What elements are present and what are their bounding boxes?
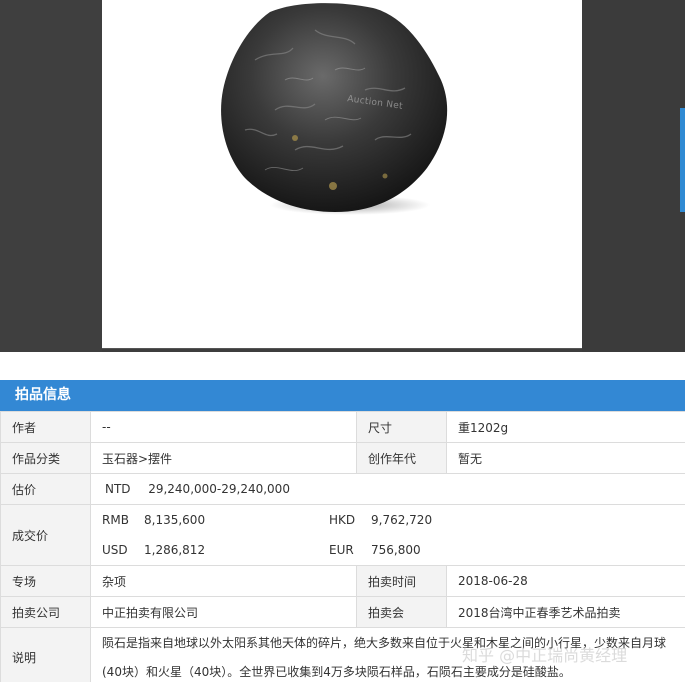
table-row: 专场 杂项 拍卖时间 2018-06-28 [0,565,685,597]
auction-value: 2018台湾中正春季艺术品拍卖 [446,596,685,628]
description-label: 说明 [0,627,91,682]
price-hkd-label: HKD [329,513,356,527]
table-row: 作者 -- 尺寸 重1202g [0,411,685,443]
price-usd-label: USD [102,543,128,557]
artist-value: -- [90,411,357,443]
category-value: 玉石器>摆件 [90,442,357,474]
lot-image-frame[interactable]: Auction Net [102,0,582,349]
price-cell: RMB 8,135,600 HKD 9,762,720 USD 1,286,81… [90,504,685,566]
viewer-left-panel [0,0,102,352]
category-label: 作品分类 [0,442,91,474]
table-row: 作品分类 玉石器>摆件 创作年代 暂无 [0,442,685,474]
spacer [0,352,685,380]
estimate-value: 29,240,000-29,240,000 [148,482,290,496]
price-eur-label: EUR [329,543,354,557]
table-row: 成交价 RMB 8,135,600 HKD 9,762,720 USD 1,28… [0,504,685,566]
estimate-currency: NTD [105,482,131,496]
price-rmb-label: RMB [102,513,129,527]
price-rmb-value: 8,135,600 [144,513,206,527]
year-value: 暂无 [446,442,685,474]
meteorite-image [221,3,448,215]
company-label: 拍卖公司 [0,596,91,628]
viewer-right-panel [582,0,685,352]
table-row: 拍卖公司 中正拍卖有限公司 拍卖会 2018台湾中正春季艺术品拍卖 [0,596,685,628]
estimate-cell: NTD 29,240,000-29,240,000 [90,473,685,505]
page-watermark: 知乎 @中正瑞尚黄经理 [462,646,628,665]
price-label: 成交价 [0,504,91,566]
session-value: 杂项 [90,565,357,597]
size-label: 尺寸 [356,411,447,443]
price-eur-value: 756,800 [371,543,421,557]
price-hkd-value: 9,762,720 [371,513,433,527]
artist-label: 作者 [0,411,91,443]
lot-info-header: 拍品信息 [0,380,685,411]
image-viewer: Auction Net [0,0,685,352]
price-usd-value: 1,286,812 [144,543,206,557]
table-row: 估价 NTD 29,240,000-29,240,000 [0,473,685,505]
size-value: 重1202g [446,411,685,443]
estimate-label: 估价 [0,473,91,505]
auction-time-label: 拍卖时间 [356,565,447,597]
side-scroll-tab[interactable] [680,108,685,212]
session-label: 专场 [0,565,91,597]
company-value: 中正拍卖有限公司 [90,596,357,628]
year-label: 创作年代 [356,442,447,474]
auction-label: 拍卖会 [356,596,447,628]
auction-time-value: 2018-06-28 [446,565,685,597]
